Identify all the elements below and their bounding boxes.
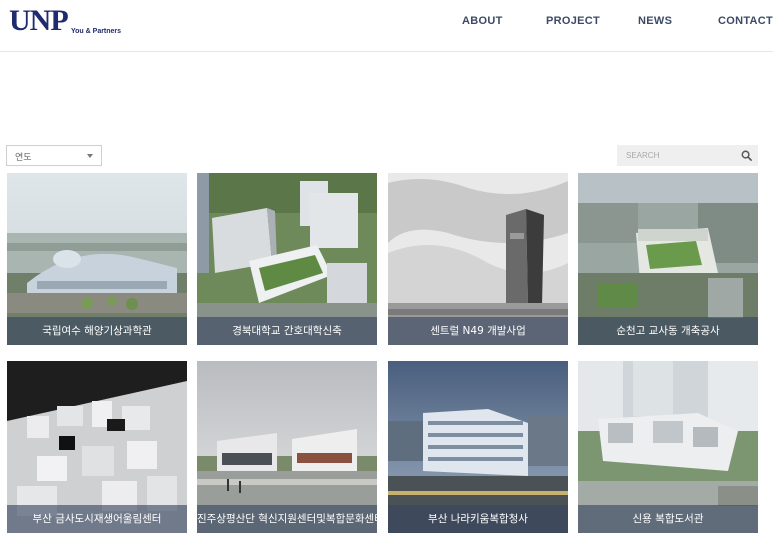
project-title: 진주상평산단 혁신지원센터및복합문화센터 xyxy=(197,505,377,533)
logo-tagline: You & Partners xyxy=(71,28,122,35)
year-select[interactable]: 연도 xyxy=(6,145,102,166)
nav-about[interactable]: ABOUT xyxy=(462,15,503,27)
project-card[interactable]: 국립여수 해양기상과학관 xyxy=(7,173,187,345)
site-logo[interactable]: UNP You & Partners xyxy=(9,6,129,40)
project-card[interactable]: 순천고 교사동 개축공사 xyxy=(578,173,758,345)
project-card[interactable]: 신용 복합도서관 xyxy=(578,361,758,533)
project-title: 센트럴 N49 개발사업 xyxy=(388,317,568,345)
chevron-down-icon xyxy=(87,154,93,158)
nav-contact[interactable]: CONTACT xyxy=(718,15,773,27)
search-box xyxy=(617,145,758,166)
nav-news[interactable]: NEWS xyxy=(638,15,672,27)
site-header: UNP You & Partners ABOUT PROJECT NEWS CO… xyxy=(0,0,773,52)
project-title: 부산 나라키움복합청사 xyxy=(388,505,568,533)
project-title: 경북대학교 간호대학신축 xyxy=(197,317,377,345)
project-title: 순천고 교사동 개축공사 xyxy=(578,317,758,345)
logo-mark: UNP xyxy=(9,4,69,37)
project-title: 국립여수 해양기상과학관 xyxy=(7,317,187,345)
project-card[interactable]: 진주상평산단 혁신지원센터및복합문화센터 xyxy=(197,361,377,533)
project-card[interactable]: 부산 나라키움복합청사 xyxy=(388,361,568,533)
project-title: 신용 복합도서관 xyxy=(578,505,758,533)
search-input[interactable] xyxy=(617,145,737,166)
project-card[interactable]: 센트럴 N49 개발사업 xyxy=(388,173,568,345)
year-select-label: 연도 xyxy=(15,152,32,162)
project-title: 부산 금사도시재생어울림센터 xyxy=(7,505,187,533)
search-icon[interactable] xyxy=(741,150,752,161)
nav-project[interactable]: PROJECT xyxy=(546,15,600,27)
project-card[interactable]: 부산 금사도시재생어울림센터 xyxy=(7,361,187,533)
project-card[interactable]: 경북대학교 간호대학신축 xyxy=(197,173,377,345)
